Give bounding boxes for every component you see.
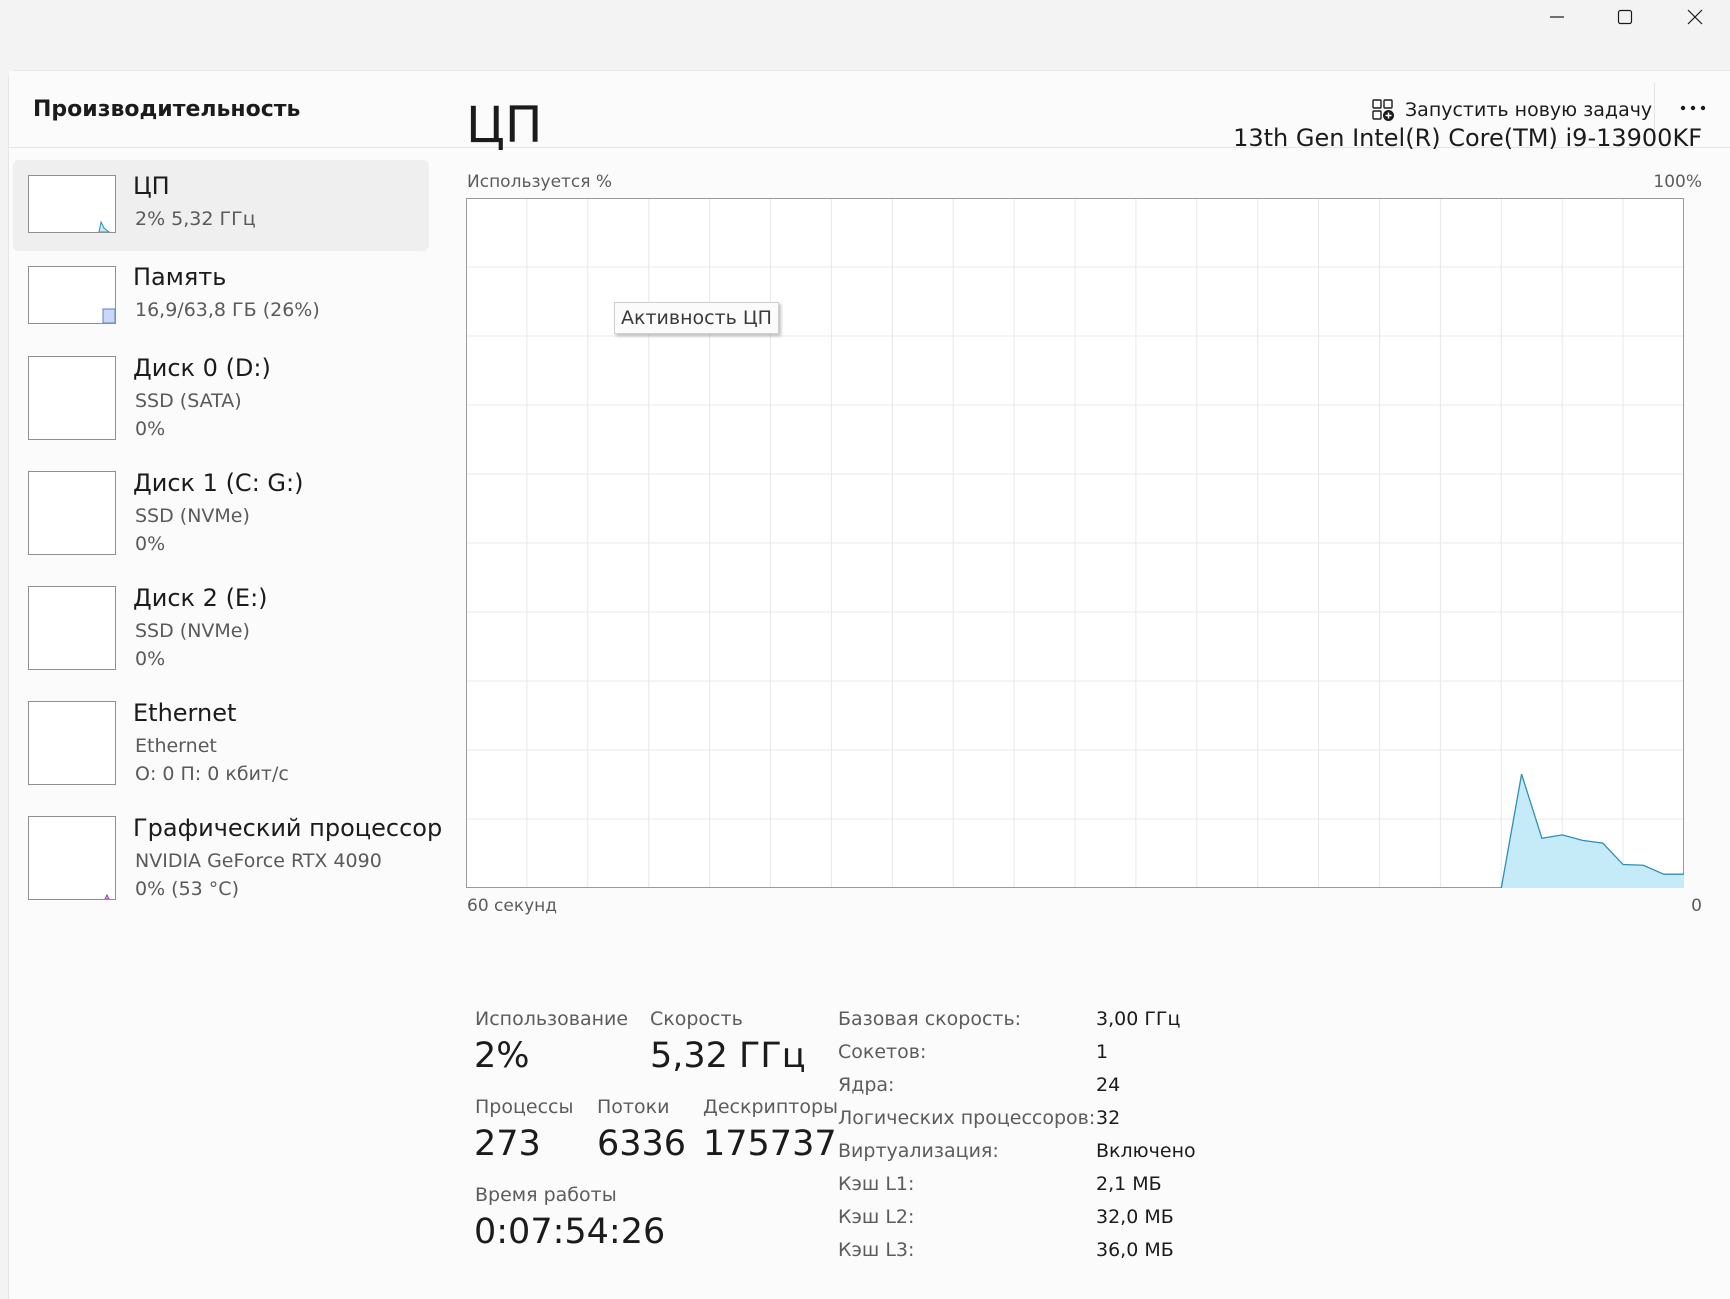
- usage-value: 2%: [474, 1036, 530, 1076]
- close-button[interactable]: [1660, 0, 1730, 34]
- spec-value-base-speed: 3,00 ГГц: [1096, 1008, 1181, 1030]
- processes-label: Процессы: [475, 1096, 574, 1118]
- run-new-task-label: Запустить новую задачу: [1405, 99, 1653, 121]
- sidebar-item-disk-0[interactable]: Диск 0 (D:) SSD (SATA) 0%: [13, 342, 429, 457]
- title-bar: [0, 0, 1730, 70]
- disk-0-thumbnail-graph: [28, 356, 116, 440]
- spec-label-virtualization: Виртуализация:: [838, 1140, 999, 1162]
- sidebar-item-disk-2[interactable]: Диск 2 (E:) SSD (NVMe) 0%: [13, 572, 429, 687]
- y-axis-label: Используется %: [467, 172, 613, 192]
- sidebar-item-cpu[interactable]: ЦП 2% 5,32 ГГц: [13, 160, 429, 251]
- x-axis-left-label: 60 секунд: [467, 896, 558, 916]
- sidebar-item-title: Ethernet: [133, 699, 237, 727]
- sidebar-item-ethernet[interactable]: Ethernet Ethernet О: 0 П: 0 кбит/с: [13, 687, 429, 802]
- cpu-activity-tooltip: Активность ЦП: [614, 302, 779, 334]
- spec-label-l3-cache: Кэш L3:: [838, 1239, 915, 1261]
- sidebar-item-detail: Ethernet: [135, 735, 217, 757]
- sidebar-item-title: Диск 0 (D:): [133, 354, 271, 382]
- sidebar-item-memory[interactable]: Память 16,9/63,8 ГБ (26%): [13, 251, 429, 342]
- disk-2-thumbnail-graph: [28, 586, 116, 670]
- memory-thumbnail-graph: [28, 266, 116, 324]
- spec-value-virtualization: Включено: [1096, 1140, 1196, 1162]
- spec-label-cores: Ядра:: [838, 1074, 895, 1096]
- speed-label: Скорость: [650, 1008, 743, 1030]
- sidebar-item-title: Диск 1 (C: G:): [133, 469, 304, 497]
- sidebar-item-detail: SSD (SATA): [135, 390, 242, 412]
- sidebar-item-detail: NVIDIA GeForce RTX 4090: [135, 850, 382, 872]
- y-axis-max-label: 100%: [1653, 172, 1702, 192]
- spec-value-sockets: 1: [1096, 1041, 1109, 1063]
- sidebar-item-title: ЦП: [133, 172, 170, 200]
- cpu-thumbnail-graph: [28, 175, 116, 233]
- more-options-button[interactable]: [1673, 91, 1713, 125]
- speed-value: 5,32 ГГц: [650, 1036, 806, 1076]
- spec-value-cores: 24: [1096, 1074, 1121, 1096]
- cpu-model-name: 13th Gen Intel(R) Core(TM) i9-13900KF: [1233, 124, 1702, 152]
- ethernet-thumbnail-graph: [28, 701, 116, 785]
- spec-label-l1-cache: Кэш L1:: [838, 1173, 915, 1195]
- sidebar-item-detail: 2% 5,32 ГГц: [135, 208, 256, 230]
- spec-value-logical-processors: 32: [1096, 1107, 1121, 1129]
- gpu-thumbnail-graph: [28, 816, 116, 900]
- handles-value: 175737: [703, 1124, 837, 1164]
- usage-label: Использование: [475, 1008, 629, 1030]
- spec-label-logical-processors: Логических процессоров:: [838, 1107, 1096, 1129]
- maximize-button[interactable]: [1590, 0, 1660, 34]
- resource-list: ЦП 2% 5,32 ГГц Память 16,9/63,8 ГБ (26%)…: [13, 160, 442, 917]
- spec-value-l1-cache: 2,1 МБ: [1096, 1173, 1162, 1195]
- threads-label: Потоки: [597, 1096, 670, 1118]
- spec-label-l2-cache: Кэш L2:: [838, 1206, 915, 1228]
- handles-label: Дескрипторы: [703, 1096, 839, 1118]
- new-task-icon: [1372, 99, 1394, 121]
- threads-value: 6336: [597, 1124, 687, 1164]
- sidebar-item-disk-1[interactable]: Диск 1 (C: G:) SSD (NVMe) 0%: [13, 457, 429, 572]
- resource-title: ЦП: [466, 96, 543, 154]
- more-options-icon: [1680, 105, 1706, 111]
- sidebar-item-detail: SSD (NVMe): [135, 505, 250, 527]
- sidebar-item-detail: 16,9/63,8 ГБ (26%): [135, 299, 320, 321]
- disk-1-thumbnail-graph: [28, 471, 116, 555]
- sidebar-item-title: Память: [133, 263, 227, 291]
- sidebar-item-title: Диск 2 (E:): [133, 584, 268, 612]
- minimize-icon: [1550, 16, 1564, 18]
- x-axis-right-label: 0: [1691, 896, 1702, 916]
- processes-value: 273: [474, 1124, 541, 1164]
- spec-value-l3-cache: 36,0 МБ: [1096, 1239, 1174, 1261]
- sidebar-item-usage: 0%: [135, 648, 166, 670]
- sidebar-item-usage: 0%: [135, 533, 166, 555]
- uptime-value: 0:07:54:26: [474, 1212, 666, 1252]
- minimize-button[interactable]: [1522, 0, 1592, 34]
- sidebar-item-title: Графический процессор: [133, 814, 443, 842]
- sidebar-item-usage: О: 0 П: 0 кбит/с: [135, 763, 289, 785]
- uptime-label: Время работы: [475, 1184, 617, 1206]
- sidebar-item-usage: 0%: [135, 418, 166, 440]
- maximize-icon: [1617, 9, 1633, 25]
- page-title: Производительность: [33, 97, 301, 122]
- spec-value-l2-cache: 32,0 МБ: [1096, 1206, 1174, 1228]
- sidebar-item-detail: SSD (NVMe): [135, 620, 250, 642]
- sidebar-item-usage: 0% (53 °C): [135, 878, 239, 900]
- spec-label-sockets: Сокетов:: [838, 1041, 927, 1063]
- spec-label-base-speed: Базовая скорость:: [838, 1008, 1022, 1030]
- run-new-task-button[interactable]: Запустить новую задачу: [1371, 93, 1652, 127]
- sidebar-item-gpu[interactable]: Графический процессор NVIDIA GeForce RTX…: [13, 802, 442, 917]
- close-icon: [1687, 9, 1703, 25]
